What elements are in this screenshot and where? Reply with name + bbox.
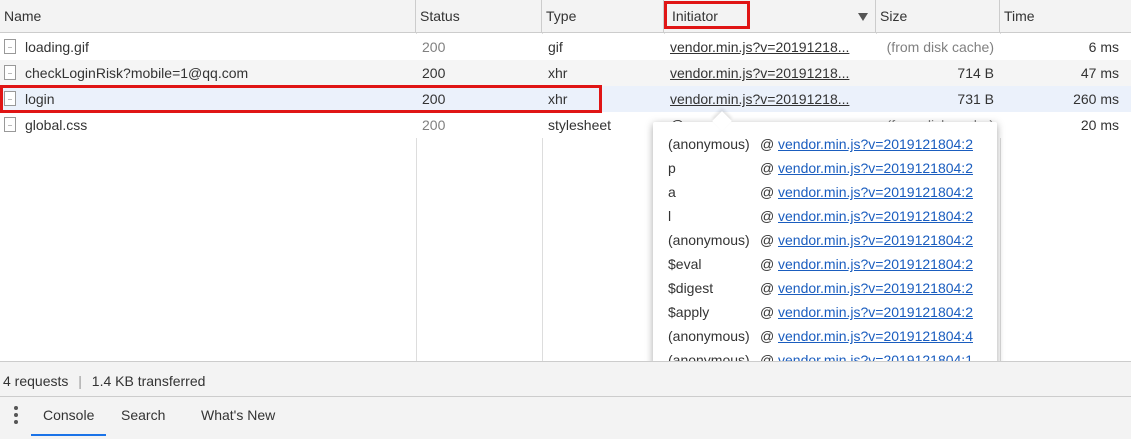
- stack-frame: l @ vendor.min.js?v=2019121804:2: [668, 204, 993, 228]
- request-initiator-link[interactable]: vendor.min.js?v=20191218...: [664, 34, 876, 60]
- file-icon: [4, 65, 16, 80]
- stack-frame: a @ vendor.min.js?v=2019121804:2: [668, 180, 993, 204]
- table-row[interactable]: loading.gif 200 gif vendor.min.js?v=2019…: [0, 34, 1131, 60]
- stack-frame: $digest @ vendor.min.js?v=2019121804:2: [668, 276, 993, 300]
- request-time: 6 ms: [1088, 39, 1119, 55]
- css-file-icon: [4, 117, 16, 132]
- stack-frame-at: @: [760, 208, 775, 224]
- stack-frame-at: @: [760, 136, 775, 152]
- network-summary-bar: 4 requests | 1.4 KB transferred: [0, 361, 1131, 396]
- stack-frame: (anonymous) @ vendor.min.js?v=2019121804…: [668, 228, 993, 252]
- more-menu-icon[interactable]: [12, 406, 20, 426]
- request-time: 47 ms: [1080, 65, 1119, 81]
- column-header-status[interactable]: Status: [416, 0, 542, 32]
- stack-frame-source-link[interactable]: vendor.min.js?v=2019121804:2: [778, 156, 973, 180]
- stack-frame-function: $eval: [668, 256, 702, 272]
- request-size: 731 B: [957, 91, 994, 107]
- request-name: global.css: [25, 117, 88, 133]
- network-table-header: Name Status Type Initiator Size Time: [0, 0, 1131, 33]
- request-type: xhr: [548, 65, 568, 81]
- stack-frame-at: @: [760, 280, 775, 296]
- stack-frame-function: $digest: [668, 280, 714, 296]
- stack-frame-source-link[interactable]: vendor.min.js?v=2019121804:2: [778, 180, 973, 204]
- stack-frame-at: @: [760, 328, 775, 344]
- request-size: (from disk cache): [886, 39, 994, 55]
- request-status: 200: [422, 39, 446, 55]
- request-type: gif: [548, 39, 563, 55]
- request-name: loading.gif: [25, 39, 89, 55]
- request-initiator-link[interactable]: vendor.min.js?v=20191218...: [664, 86, 876, 112]
- stack-frame-function: (anonymous): [668, 136, 750, 152]
- stack-frame-source-link[interactable]: vendor.min.js?v=2019121804:2: [778, 228, 973, 252]
- stack-frame: (anonymous) @ vendor.min.js?v=2019121804…: [668, 132, 993, 156]
- column-header-type[interactable]: Type: [542, 0, 664, 32]
- stack-frame-at: @: [760, 160, 775, 176]
- request-count: 4 requests: [3, 373, 69, 389]
- summary-separator: |: [78, 373, 82, 389]
- login-row-highlight: [0, 85, 602, 113]
- table-row[interactable]: checkLoginRisk?mobile=1@qq.com 200 xhr v…: [0, 60, 1131, 86]
- stack-frame-at: @: [760, 184, 775, 200]
- stack-frame-source-link[interactable]: vendor.min.js?v=2019121804:2: [778, 252, 973, 276]
- request-time: 20 ms: [1080, 117, 1119, 133]
- gif-file-icon: [4, 39, 16, 54]
- stack-frame-source-link[interactable]: vendor.min.js?v=2019121804:2: [778, 300, 973, 324]
- stack-frame-source-link[interactable]: vendor.min.js?v=2019121804:4: [778, 324, 973, 348]
- request-initiator-link[interactable]: vendor.min.js?v=20191218...: [664, 60, 876, 86]
- stack-frame-function: l: [668, 208, 672, 224]
- tab-search[interactable]: Search: [121, 397, 165, 434]
- stack-frame-at: @: [760, 304, 775, 320]
- request-name: checkLoginRisk?mobile=1@qq.com: [25, 65, 249, 81]
- sort-descending-icon[interactable]: [858, 13, 868, 21]
- stack-frame-at: @: [760, 232, 775, 248]
- request-status: 200: [422, 65, 446, 81]
- stack-frame-function: $apply: [668, 304, 710, 320]
- request-type: stylesheet: [548, 117, 612, 133]
- initiator-header-highlight: [664, 1, 750, 29]
- stack-frame-function: p: [668, 160, 676, 176]
- column-header-time[interactable]: Time: [1000, 0, 1131, 32]
- request-time: 260 ms: [1073, 91, 1119, 107]
- stack-frame-source-link[interactable]: vendor.min.js?v=2019121804:2: [778, 204, 973, 228]
- request-status: 200: [422, 117, 446, 133]
- stack-frame-source-link[interactable]: vendor.min.js?v=2019121804:2: [778, 132, 973, 156]
- stack-frame-source-link[interactable]: vendor.min.js?v=2019121804:2: [778, 276, 973, 300]
- column-header-name[interactable]: Name: [0, 0, 416, 32]
- request-size: 714 B: [957, 65, 994, 81]
- stack-frame-function: (anonymous): [668, 328, 750, 344]
- transferred-size: 1.4 KB transferred: [91, 373, 206, 389]
- drawer-toolbar: Console Search What's New: [0, 396, 1131, 439]
- stack-frame-function: a: [668, 184, 676, 200]
- stack-frame: p @ vendor.min.js?v=2019121804:2: [668, 156, 993, 180]
- tab-console[interactable]: Console: [31, 397, 107, 436]
- stack-frame-function: (anonymous): [668, 232, 750, 248]
- stack-frame-at: @: [760, 256, 775, 272]
- stack-frame: $eval @ vendor.min.js?v=2019121804:2: [668, 252, 993, 276]
- column-header-size[interactable]: Size: [876, 0, 1000, 32]
- stack-frame: (anonymous) @ vendor.min.js?v=2019121804…: [668, 324, 993, 348]
- tab-whats-new[interactable]: What's New: [201, 397, 275, 434]
- stack-frame: $apply @ vendor.min.js?v=2019121804:2: [668, 300, 993, 324]
